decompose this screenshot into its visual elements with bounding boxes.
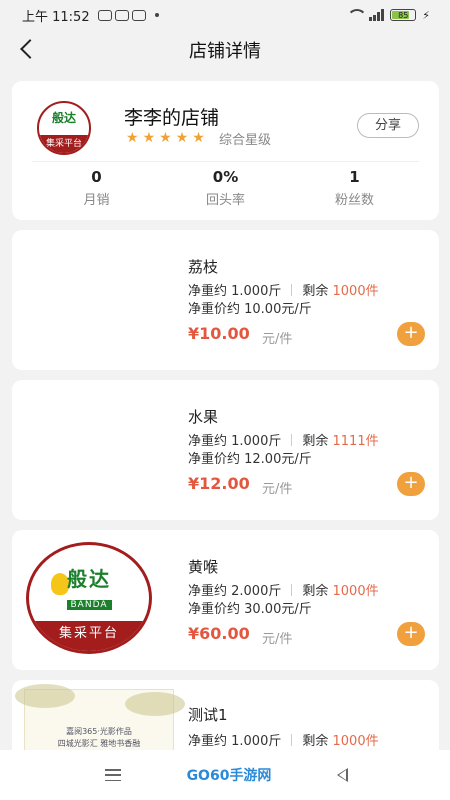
separator xyxy=(291,733,293,746)
page-title: 店铺详情 xyxy=(189,41,261,62)
product-name: 荔枝 xyxy=(188,258,219,276)
shop-info-card: 般达 集采平台 李李的店铺 ★ ★ ★ ★ ★ 综合星级 分享 0 月销 0% … xyxy=(12,81,439,220)
product-card[interactable]: 荔枝 净重约 1.000斤 剩余 1000件 净重价约 10.00元/斤 ¥10… xyxy=(12,230,439,370)
logo-band-text: 集采平台 xyxy=(29,621,149,651)
message-notification-icon xyxy=(114,9,129,21)
stat-label: 粉丝数 xyxy=(334,193,374,208)
stat-return-rate: 0% 回头率 xyxy=(161,167,290,208)
stat-followers: 1 粉丝数 xyxy=(290,167,419,208)
shop-logo: 般达 集采平台 xyxy=(37,101,91,155)
product-name: 黄喉 xyxy=(188,558,219,576)
stat-monthly-sales: 0 月销 xyxy=(32,167,161,208)
star-icon: ★ xyxy=(175,130,189,146)
product-weight-line: 净重约 1.000斤 剩余 1111件 xyxy=(188,430,379,449)
product-price: ¥12.00 xyxy=(188,474,250,493)
product-weight: 净重约 1.000斤 xyxy=(188,284,282,299)
watermark-logo: GO60手游网 xyxy=(186,768,272,784)
system-nav-bar: GO60手游网 xyxy=(0,750,450,800)
separator xyxy=(291,583,293,596)
shop-logo-text: 般达 xyxy=(51,111,76,125)
battery-level: 85 xyxy=(398,10,409,20)
add-to-cart-button[interactable]: + xyxy=(397,472,425,496)
star-icon: ★ xyxy=(159,130,172,146)
divider xyxy=(32,161,419,162)
message-notification-icon xyxy=(131,9,146,21)
wifi-icon xyxy=(347,9,368,21)
add-to-cart-button[interactable]: + xyxy=(397,622,425,646)
status-bar: 上午 11:52 85 ⚡ xyxy=(0,0,450,30)
product-stock: 1000件 xyxy=(332,734,379,749)
menu-icon[interactable] xyxy=(105,769,121,781)
product-price: ¥60.00 xyxy=(188,624,250,643)
product-weight: 净重约 2.000斤 xyxy=(188,584,282,599)
notification-icons xyxy=(97,9,159,21)
app-notification-icon xyxy=(97,9,112,21)
product-name: 水果 xyxy=(188,408,219,426)
stat-value: 0% xyxy=(212,168,239,186)
product-card[interactable]: 嘉阅365·光影作品 四城光影汇 雅地书香融 测试1 净重约 1.000斤 剩余… xyxy=(12,680,439,760)
star-rating: ★ ★ ★ ★ ★ xyxy=(126,130,205,146)
product-weight: 净重约 1.000斤 xyxy=(188,434,282,449)
product-stock: 1000件 xyxy=(332,584,379,599)
leaf-decoration xyxy=(15,684,75,708)
logo-en-text: BANDA xyxy=(66,600,112,610)
logo-cn-text: 般达 xyxy=(67,567,111,591)
add-to-cart-button[interactable]: + xyxy=(397,322,425,346)
product-weight-line: 净重约 2.000斤 剩余 1000件 xyxy=(188,580,379,599)
product-image-banda-logo: 般达 BANDA 集采平台 xyxy=(26,542,152,654)
product-stock: 1000件 xyxy=(332,284,379,299)
separator xyxy=(291,283,293,296)
shop-stats: 0 月销 0% 回头率 1 粉丝数 xyxy=(32,167,419,208)
nav-bar: 店铺详情 xyxy=(0,30,450,70)
star-icon: ★ xyxy=(126,130,139,146)
leaf-decoration xyxy=(125,692,185,716)
status-time: 上午 11:52 xyxy=(22,9,90,25)
product-card[interactable]: 般达 BANDA 集采平台 黄喉 净重约 2.000斤 剩余 1000件 净重价… xyxy=(12,530,439,670)
star-icon: ★ xyxy=(142,130,156,146)
stock-label: 剩余 xyxy=(302,434,329,449)
stock-label: 剩余 xyxy=(302,584,329,599)
charging-icon: ⚡ xyxy=(422,8,430,22)
product-image xyxy=(24,390,174,510)
stat-value: 1 xyxy=(349,168,360,186)
product-price-unit: 元/件 xyxy=(262,332,293,347)
product-stock: 1111件 xyxy=(332,434,379,449)
product-weight: 净重约 1.000斤 xyxy=(188,734,282,749)
star-icon: ★ xyxy=(192,130,205,146)
system-back-icon[interactable] xyxy=(337,768,348,782)
signal-icon xyxy=(369,9,385,21)
product-card[interactable]: 水果 净重约 1.000斤 剩余 1111件 净重价约 12.00元/斤 ¥12… xyxy=(12,380,439,520)
stock-label: 剩余 xyxy=(302,284,329,299)
product-unit-price: 净重价约 10.00元/斤 xyxy=(188,302,312,317)
share-button[interactable]: 分享 xyxy=(357,113,419,138)
poster-text: 嘉阅365·光影作品 xyxy=(66,727,132,736)
battery-icon: 85 xyxy=(390,9,417,21)
product-unit-price: 净重价约 12.00元/斤 xyxy=(188,452,312,467)
stat-value: 0 xyxy=(91,168,102,186)
rating-label: 综合星级 xyxy=(219,133,272,148)
stat-label: 月销 xyxy=(83,193,110,208)
product-unit-price: 净重价约 30.00元/斤 xyxy=(188,602,312,617)
shop-name: 李李的店铺 xyxy=(124,107,220,129)
status-right: 85 ⚡ xyxy=(347,9,430,22)
logo-brand: 般达 BANDA xyxy=(29,563,149,611)
back-arrow-icon[interactable] xyxy=(18,39,38,59)
product-price-unit: 元/件 xyxy=(262,482,293,497)
product-weight-line: 净重约 1.000斤 剩余 1000件 xyxy=(188,280,379,299)
product-image xyxy=(24,240,174,360)
stat-label: 回头率 xyxy=(205,193,245,208)
stock-label: 剩余 xyxy=(302,734,329,749)
poster-text: 四城光影汇 雅地书香融 xyxy=(57,739,141,748)
product-name: 测试1 xyxy=(188,706,228,724)
shop-logo-band: 集采平台 xyxy=(39,135,89,153)
separator xyxy=(291,433,293,446)
product-price: ¥10.00 xyxy=(188,324,250,343)
more-notifications-icon xyxy=(154,13,159,17)
product-price-unit: 元/件 xyxy=(262,632,293,647)
product-weight-line: 净重约 1.000斤 剩余 1000件 xyxy=(188,730,379,749)
